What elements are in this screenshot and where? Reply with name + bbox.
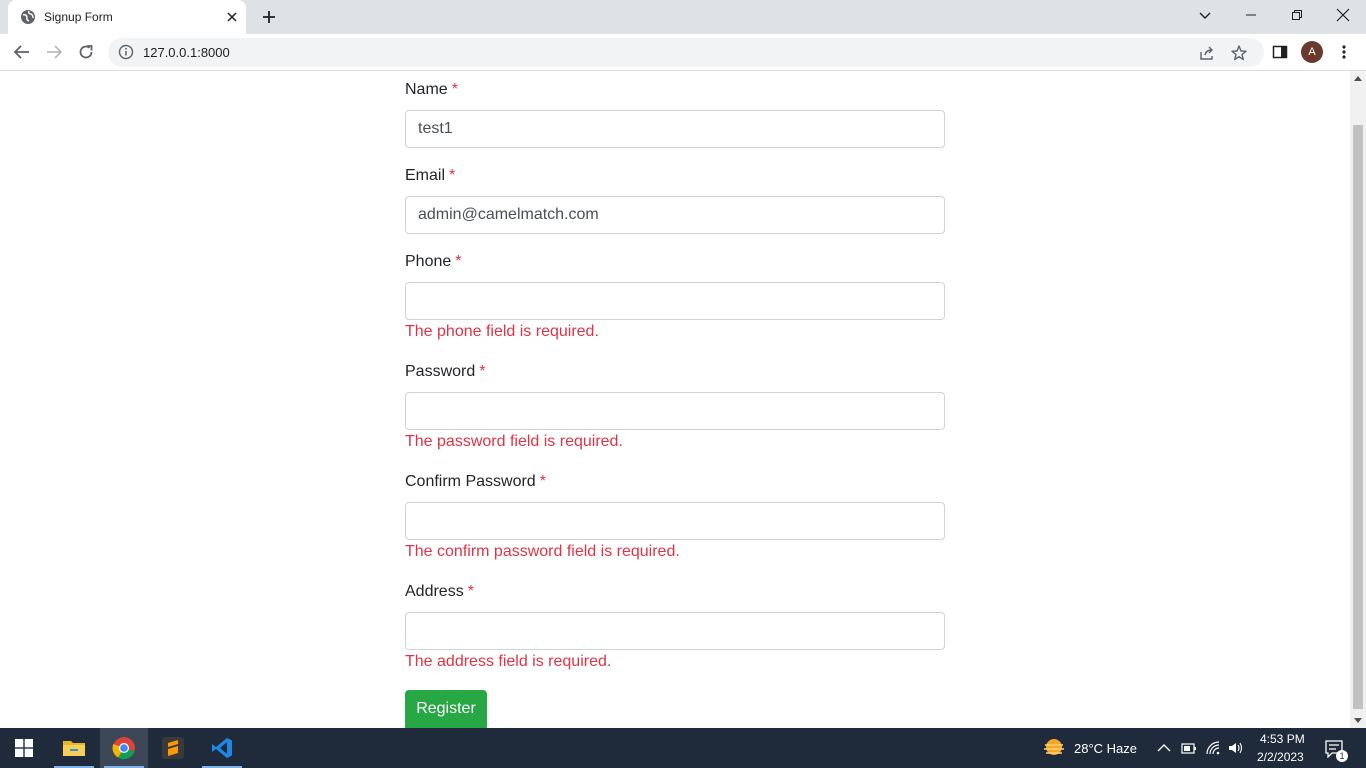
close-tab-icon[interactable] [224,9,240,25]
phone-error: The phone field is required. [405,323,599,340]
required-marker: * [467,583,474,600]
notification-count-badge: 1 [1336,750,1348,762]
scroll-down-arrow-icon[interactable] [1354,718,1362,723]
start-icon[interactable] [0,728,48,768]
tab-strip: Signup Form [0,0,1366,34]
scroll-up-arrow-icon[interactable] [1354,76,1362,81]
address-error: The address field is required. [405,653,612,670]
required-marker: * [449,167,456,184]
tab-search-icon[interactable] [1192,4,1218,26]
chrome-icon[interactable] [100,728,148,768]
required-marker: * [455,253,462,270]
side-panel-icon[interactable] [1270,42,1290,62]
wifi-icon[interactable] [1205,740,1221,756]
clock-date[interactable]: 2/2/2023 [1257,749,1304,765]
page-viewport: Name* Email* Phone* The phone field is r… [0,71,1366,728]
page-scrollbar[interactable] [1350,71,1366,728]
address-bar[interactable]: 127.0.0.1:8000 [108,38,1264,67]
vscode-icon[interactable] [198,728,246,768]
email-input[interactable] [405,196,945,234]
weather-text[interactable]: 28°C Haze [1074,741,1137,757]
globe-icon [20,9,36,25]
address-input[interactable] [405,612,945,650]
sublime-text-icon[interactable] [149,728,197,768]
bookmark-star-icon[interactable] [1230,44,1248,62]
more-menu-icon[interactable] [1334,42,1354,62]
show-hidden-icons-icon[interactable] [1156,740,1172,756]
battery-icon[interactable] [1181,740,1197,756]
name-input[interactable] [405,110,945,148]
reload-icon[interactable] [76,42,96,62]
restore-icon[interactable] [1284,4,1310,26]
required-marker: * [451,81,458,98]
minimize-icon[interactable] [1238,4,1264,26]
file-explorer-icon[interactable] [50,728,98,768]
confirm-password-error: The confirm password field is required. [405,543,680,560]
required-marker: * [479,363,486,380]
close-window-icon[interactable] [1330,4,1356,26]
back-icon[interactable] [12,42,32,62]
confirm-password-label: Confirm Password * [405,473,546,490]
email-label: Email * [405,167,456,184]
weather-haze-icon[interactable] [1042,736,1066,760]
password-label: Password * [405,363,486,380]
taskbar: 28°C Haze 4:53 PM 2/2/2023 1 [0,728,1366,768]
password-input[interactable] [405,392,945,430]
volume-icon[interactable] [1228,740,1244,756]
url-text: 127.0.0.1:8000 [143,45,230,60]
forward-icon[interactable] [44,42,64,62]
profile-avatar[interactable]: A [1301,41,1323,63]
phone-input[interactable] [405,282,945,320]
password-error: The password field is required. [405,433,623,450]
info-icon[interactable] [118,44,134,60]
tab-title: Signup Form [44,10,113,24]
browser-toolbar: 127.0.0.1:8000 A [0,34,1366,71]
confirm-password-input[interactable] [405,502,945,540]
new-tab-icon[interactable] [260,8,278,26]
required-marker: * [539,473,546,490]
address-label: Address * [405,583,474,600]
share-icon[interactable] [1198,44,1216,62]
name-label: Name * [405,81,458,98]
browser-tab[interactable]: Signup Form [8,0,246,34]
clock-time[interactable]: 4:53 PM [1260,731,1305,747]
phone-label: Phone * [405,253,462,270]
scroll-thumb[interactable] [1353,125,1363,709]
register-button[interactable]: Register [405,690,487,728]
